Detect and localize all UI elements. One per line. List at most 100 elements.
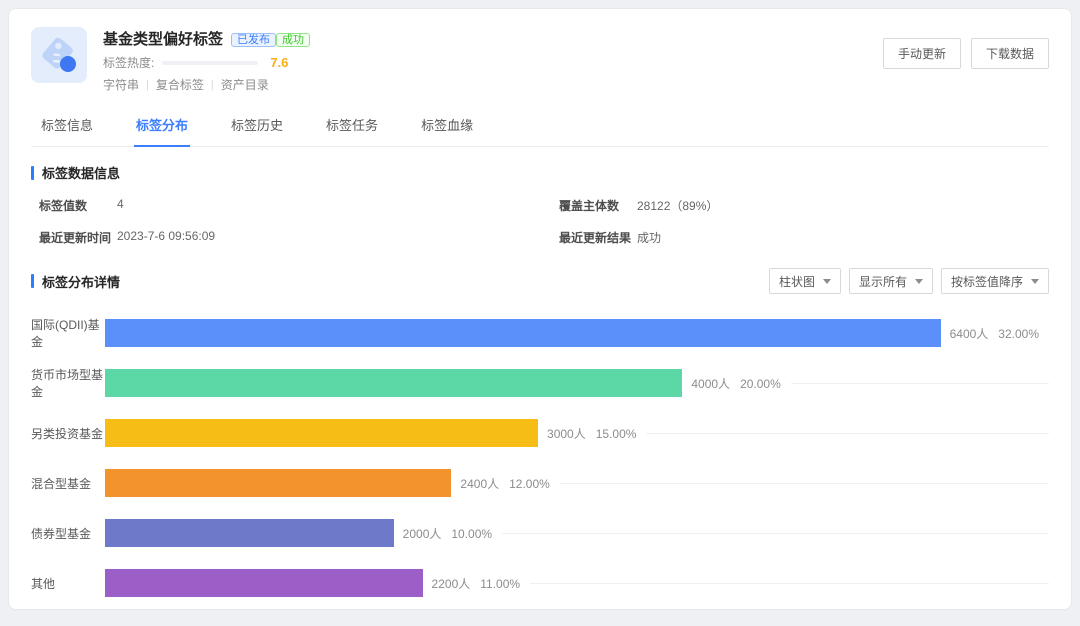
tab-item[interactable]: 标签任务 (324, 109, 380, 146)
heat-row: 标签热度: 7.6 (103, 54, 310, 71)
page-title: 基金类型偏好标签 (103, 28, 223, 49)
info-label: 覆盖主体数 (559, 197, 637, 214)
bar-percent-label: 15.00% (596, 427, 637, 441)
tag-meta-row: 字符串 | 复合标签 | 资产目录 (103, 76, 310, 93)
select-value: 柱状图 (779, 273, 815, 290)
header: 基金类型偏好标签 已发布成功 标签热度: 7.6 字符串 | 复合标签 | 资产目录 手… (31, 27, 1049, 93)
info-value: 成功 (637, 229, 661, 246)
status-badge: 成功 (276, 33, 310, 47)
bar-percent-label: 11.00% (480, 577, 520, 591)
chart-row: 债券型基金 2000人10.00% (31, 508, 1049, 558)
leader-line (560, 483, 1049, 484)
chart-row: 另类投资基金 3000人 15.00% (31, 408, 1049, 458)
bar[interactable] (105, 519, 394, 547)
chart-select[interactable]: 显示所有 (849, 268, 933, 294)
bar-area: 2200人 11.00% (105, 569, 1049, 597)
tab-bar: 标签信息 标签分布 标签历史 标签任务 标签血缘 (31, 109, 1049, 147)
select-value: 按标签值降序 (951, 273, 1023, 290)
chart-row: 混合型基金 2400人 12.00% (31, 458, 1049, 508)
bar-area: 4000人 20.00% (105, 369, 1049, 397)
bar-people-label: 3000人 (547, 427, 586, 441)
info-item: 覆盖主体数28122（89%） (559, 197, 1049, 214)
info-label: 最近更新时间 (39, 229, 117, 246)
info-item: 最近更新结果成功 (559, 229, 1049, 246)
bar-category-label: 混合型基金 (31, 475, 105, 492)
header-actions: 手动更新下载数据 (883, 38, 1049, 69)
section-distribution-title: 标签分布详情 (31, 272, 120, 291)
tag-meta-item: 复合标签 (156, 76, 204, 93)
bar-area: 6400人 32.00% (105, 319, 1049, 347)
tab-item[interactable]: 标签信息 (39, 109, 95, 146)
distribution-header: 标签分布详情 柱状图 显示所有 按标签值降序 (31, 268, 1049, 294)
leader-line (530, 583, 1049, 584)
chart-row: 其他 2200人 11.00% (31, 558, 1049, 608)
tab-item[interactable]: 标签历史 (229, 109, 285, 146)
chart-row: 货币市场型基金 4000人 20.00% (31, 358, 1049, 408)
price-tag-icon (31, 27, 87, 83)
meta-separator: | (146, 79, 149, 91)
tab-item[interactable]: 标签血缘 (419, 109, 475, 146)
bar-value-label: 6400人 32.00% (950, 325, 1039, 342)
section-accent-bar (31, 166, 34, 180)
bar-category-label: 其他 (31, 575, 105, 592)
heat-value: 7.6 (270, 55, 288, 70)
info-item: 标签值数4 (39, 197, 559, 214)
chart-row: 国际(QDII)基金 6400人 32.00% (31, 308, 1049, 358)
action-button[interactable]: 下载数据 (971, 38, 1049, 69)
chevron-down-icon (1031, 279, 1039, 284)
chart-select[interactable]: 柱状图 (769, 268, 841, 294)
info-item: 最近更新时间2023-7-6 09:56:09 (39, 229, 559, 246)
info-label: 最近更新结果 (559, 229, 637, 246)
bar-category-label: 国际(QDII)基金 (31, 316, 105, 350)
bar-value-label: 4000人 20.00% (691, 375, 780, 392)
bar-percent-label: 12.00% (509, 477, 550, 491)
bar-value-label: 2000人10.00% (403, 525, 492, 542)
bar[interactable] (105, 369, 682, 397)
bar[interactable] (105, 419, 538, 447)
tag-meta-item: 资产目录 (221, 76, 269, 93)
chevron-down-icon (823, 279, 831, 284)
bar-value-label: 2400人 12.00% (460, 475, 549, 492)
title-row: 基金类型偏好标签 已发布成功 (103, 28, 310, 49)
section-accent-bar (31, 274, 34, 288)
bar-category-label: 另类投资基金 (31, 425, 105, 442)
tag-detail-card: 基金类型偏好标签 已发布成功 标签热度: 7.6 字符串|复合标签|资产目录 手… (8, 8, 1072, 610)
bar[interactable] (105, 469, 451, 497)
chart-select[interactable]: 按标签值降序 (941, 268, 1049, 294)
bar-value-label: 2200人 11.00% (432, 575, 521, 592)
chart-option-selects: 柱状图 显示所有 按标签值降序 (769, 268, 1049, 294)
bar-area: 2400人 12.00% (105, 469, 1049, 497)
leader-line (502, 533, 1049, 534)
section-title-text: 标签分布详情 (42, 272, 120, 291)
bar-people-label: 4000人 (691, 377, 730, 391)
meta-separator: | (211, 79, 214, 91)
bar-category-label: 货币市场型基金 (31, 366, 105, 400)
bar-people-label: 2200人 (432, 577, 471, 591)
header-info: 基金类型偏好标签 已发布成功 标签热度: 7.6 字符串 | 复合标签 | 资产目录 (103, 27, 310, 93)
action-button[interactable]: 手动更新 (883, 38, 961, 69)
bar-area: 2000人10.00% (105, 519, 1049, 547)
bar-chart: 国际(QDII)基金 6400人 32.00% 货币市场型基金 4000人 20.00% 另… (31, 308, 1049, 610)
bar-percent-label: 32.00% (998, 327, 1039, 341)
bar-people-label: 2000人 (403, 527, 442, 541)
info-value: 28122（89%） (637, 197, 718, 214)
bar[interactable] (105, 319, 941, 347)
bar[interactable] (105, 569, 423, 597)
tab-active[interactable]: 标签分布 (134, 109, 190, 147)
leader-line (791, 383, 1049, 384)
bar-percent-label: 20.00% (740, 377, 781, 391)
bar-category-label: 债券型基金 (31, 525, 105, 542)
section-title-text: 标签数据信息 (42, 163, 120, 182)
leader-line (646, 433, 1049, 434)
tag-meta-item: 字符串 (103, 76, 139, 93)
bar-area: 3000人 15.00% (105, 419, 1049, 447)
chevron-down-icon (915, 279, 923, 284)
bar-people-label: 6400人 (950, 327, 989, 341)
tag-icon (31, 27, 87, 83)
data-info-grid: 标签值数4覆盖主体数28122（89%）最近更新时间2023-7-6 09:56… (31, 197, 1049, 246)
info-label: 标签值数 (39, 197, 117, 214)
heat-progress-track (162, 61, 258, 65)
bar-people-label: 2400人 (460, 477, 499, 491)
status-badge: 已发布 (231, 33, 276, 47)
status-badges: 已发布成功 (231, 30, 310, 48)
